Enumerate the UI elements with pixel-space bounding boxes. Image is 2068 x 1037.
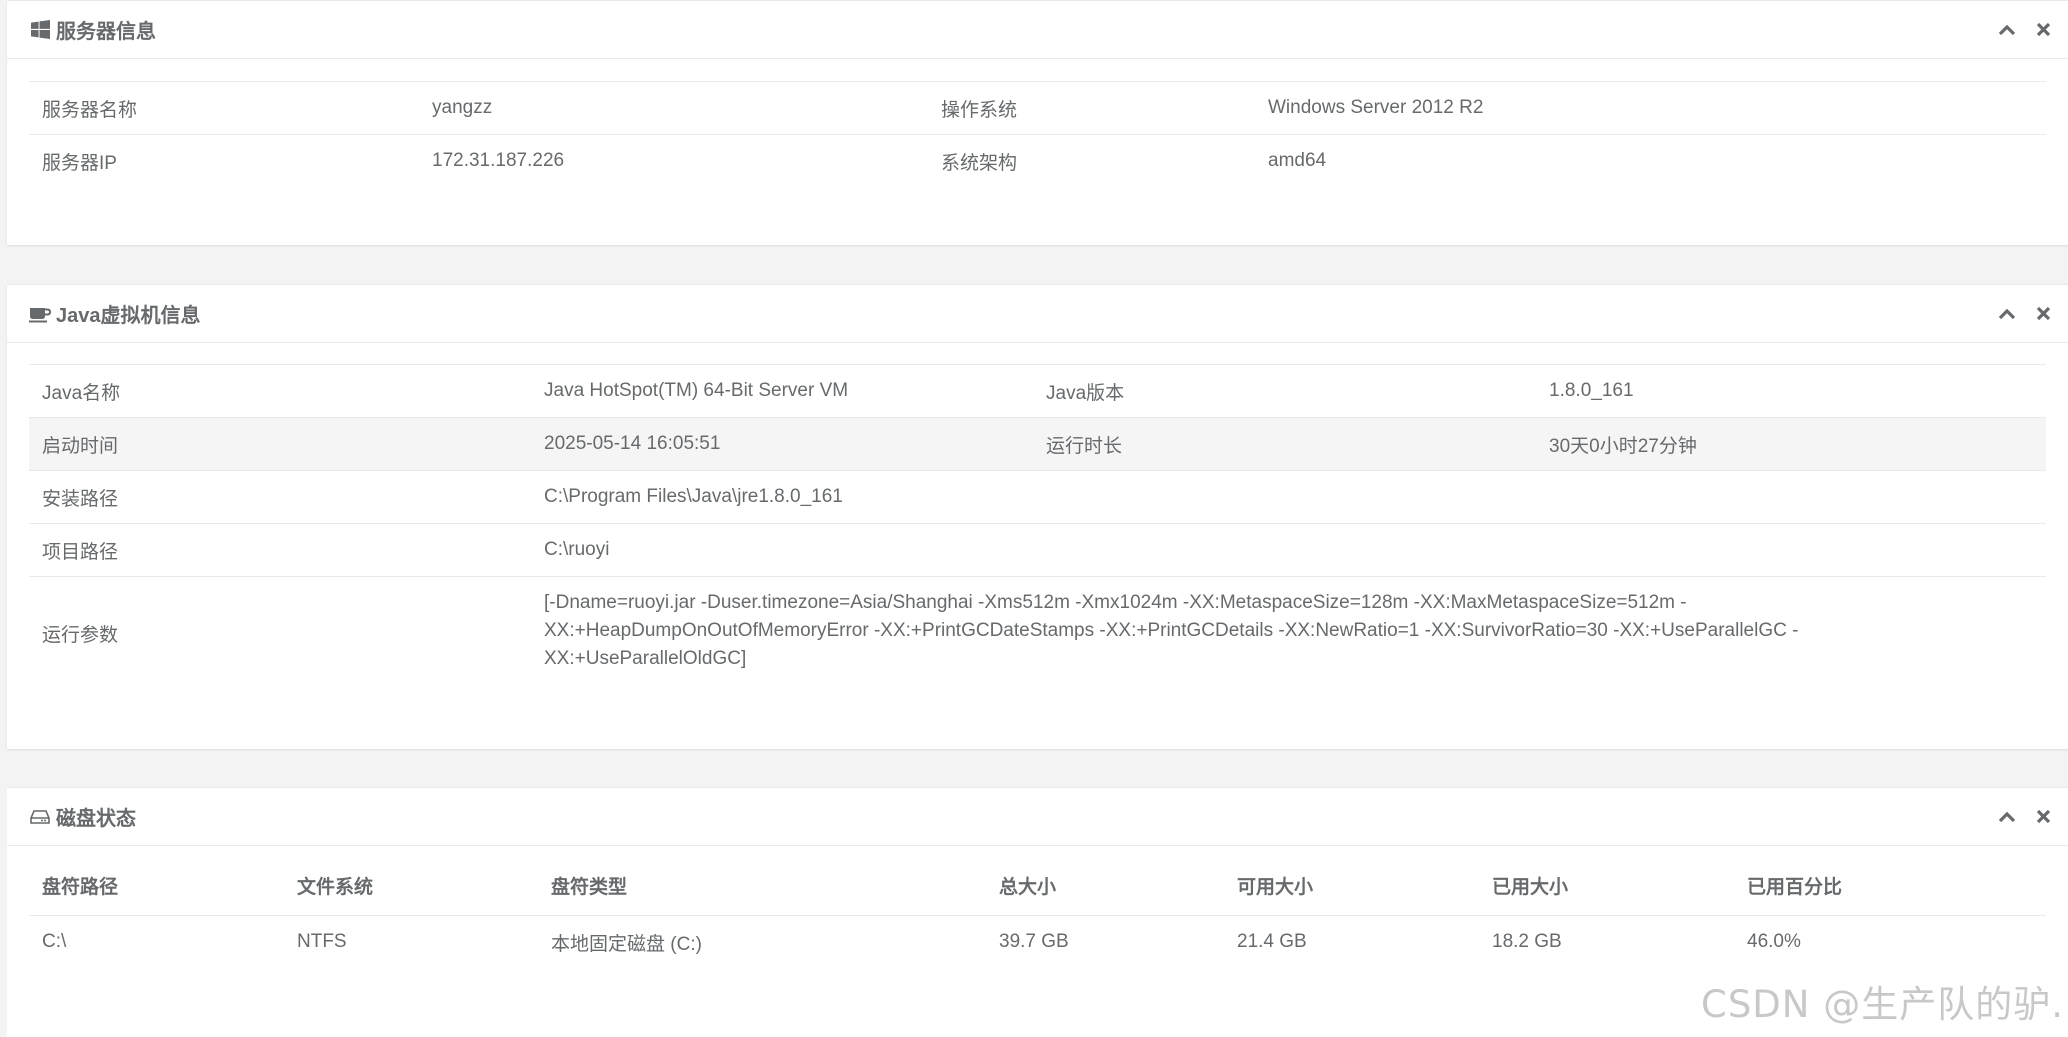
server-panel-title: 服务器信息 (56, 21, 156, 43)
panel-tools (1996, 1, 2054, 58)
windows-icon (28, 18, 52, 42)
server-info-table: 服务器名称 yangzz 操作系统 Windows Server 2012 R2… (29, 81, 2046, 187)
panel-title: 服务器信息 (28, 1, 156, 58)
panel-title: Java虚拟机信息 (28, 285, 201, 342)
panel-header: Java虚拟机信息 (7, 285, 2068, 343)
watermark: CSDN @生产队的驴. (1700, 983, 2064, 1026)
panel-header: 服务器信息 (7, 1, 2068, 59)
close-icon[interactable] (2032, 303, 2054, 325)
chevron-up-icon[interactable] (1996, 806, 2018, 828)
jvm-info-table: Java名称 Java HotSpot(TM) 64-Bit Server VM… (29, 364, 2046, 695)
table-row: Java名称 Java HotSpot(TM) 64-Bit Server VM… (29, 364, 2046, 418)
args-value: [-Dname=ruoyi.jar -Duser.timezone=Asia/S… (531, 576, 2046, 695)
args-label: 运行参数 (29, 576, 531, 695)
project-path-label: 项目路径 (29, 523, 531, 577)
panel-tools (1996, 285, 2054, 342)
disk-type: 本地固定磁盘 (C:) (551, 933, 702, 955)
table-row: 服务器名称 yangzz 操作系统 Windows Server 2012 R2 (29, 81, 2046, 135)
close-icon[interactable] (2032, 19, 2054, 41)
project-path-value: C:\ruoyi (531, 523, 2046, 577)
table-row: C:\ NTFS 本地固定磁盘 (C:) 39.7 GB 21.4 GB 18.… (29, 916, 2046, 969)
server-ip-value: 172.31.187.226 (419, 134, 928, 187)
uptime-value: 30天0小时27分钟 (1536, 417, 2046, 471)
arch-label: 系统架构 (928, 134, 1255, 187)
table-row: 项目路径 C:\ruoyi (29, 523, 2046, 577)
chevron-up-icon[interactable] (1996, 19, 2018, 41)
hdd-icon (28, 805, 52, 829)
disk-fs: NTFS (297, 931, 347, 952)
java-version-value: 1.8.0_161 (1536, 364, 2046, 418)
col-header-free: 可用大小 (1224, 855, 1479, 916)
disk-percent: 46.0% (1747, 931, 1801, 952)
panel-body: 盘符路径 文件系统 盘符类型 总大小 可用大小 已用大小 已用百分比 C:\ N… (7, 846, 2068, 968)
java-version-label: Java版本 (1033, 364, 1536, 418)
server-info-panel: 服务器信息 服务器名称 yangzz 操作系统 Windows Server 2… (7, 0, 2068, 245)
os-label: 操作系统 (928, 81, 1255, 135)
table-header-row: 盘符路径 文件系统 盘符类型 总大小 可用大小 已用大小 已用百分比 (29, 855, 2046, 916)
arch-value: amd64 (1255, 134, 2046, 187)
col-header-path: 盘符路径 (29, 855, 284, 916)
close-icon[interactable] (2032, 806, 2054, 828)
panel-header: 磁盘状态 (7, 788, 2068, 846)
jvm-panel-title: Java虚拟机信息 (56, 305, 201, 327)
disk-total: 39.7 GB (999, 931, 1069, 952)
os-value: Windows Server 2012 R2 (1255, 81, 2046, 135)
java-name-value: Java HotSpot(TM) 64-Bit Server VM (531, 364, 1033, 418)
install-path-value: C:\Program Files\Java\jre1.8.0_161 (531, 470, 2046, 524)
server-name-value: yangzz (419, 81, 928, 135)
install-path-label: 安装路径 (29, 470, 531, 524)
table-row: 安装路径 C:\Program Files\Java\jre1.8.0_161 (29, 470, 2046, 524)
panel-body: 服务器名称 yangzz 操作系统 Windows Server 2012 R2… (7, 59, 2068, 187)
col-header-used: 已用大小 (1479, 855, 1734, 916)
disk-free: 21.4 GB (1237, 931, 1307, 952)
panel-body: Java名称 Java HotSpot(TM) 64-Bit Server VM… (7, 343, 2068, 695)
server-name-label: 服务器名称 (29, 81, 419, 135)
disk-path: C:\ (42, 931, 67, 952)
panel-tools (1996, 788, 2054, 845)
panel-title: 磁盘状态 (28, 788, 136, 845)
table-row: 运行参数 [-Dname=ruoyi.jar -Duser.timezone=A… (29, 576, 2046, 695)
disk-used: 18.2 GB (1492, 931, 1562, 952)
java-name-label: Java名称 (29, 364, 531, 418)
start-time-label: 启动时间 (29, 417, 531, 471)
uptime-label: 运行时长 (1033, 417, 1536, 471)
coffee-icon (28, 302, 52, 326)
disk-table: 盘符路径 文件系统 盘符类型 总大小 可用大小 已用大小 已用百分比 C:\ N… (29, 855, 2046, 968)
disk-panel-title: 磁盘状态 (56, 808, 136, 830)
server-ip-label: 服务器IP (29, 134, 419, 187)
chevron-up-icon[interactable] (1996, 303, 2018, 325)
start-time-value: 2025-05-14 16:05:51 (531, 417, 1033, 471)
col-header-fs: 文件系统 (284, 855, 538, 916)
col-header-total: 总大小 (986, 855, 1224, 916)
table-row: 服务器IP 172.31.187.226 系统架构 amd64 (29, 134, 2046, 187)
col-header-percent: 已用百分比 (1734, 855, 2046, 916)
col-header-type: 盘符类型 (538, 855, 986, 916)
jvm-info-panel: Java虚拟机信息 Java名称 Java HotSpot(TM) 64-Bit… (7, 284, 2068, 749)
table-row: 启动时间 2025-05-14 16:05:51 运行时长 30天0小时27分钟 (29, 417, 2046, 471)
